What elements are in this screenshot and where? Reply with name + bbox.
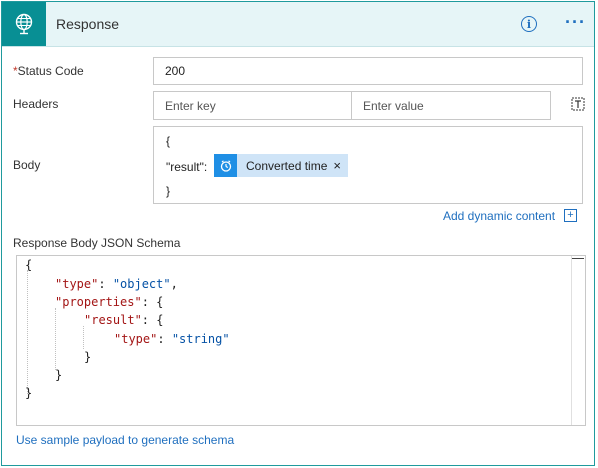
code-line-6: } [84, 350, 91, 364]
code-line-7: } [55, 368, 62, 382]
code-token: { [25, 258, 33, 272]
header-value-input[interactable]: Enter value [351, 91, 551, 120]
clock-icon [214, 154, 237, 177]
code-key: "type" [114, 332, 158, 346]
code-token: } [55, 368, 63, 382]
code-token: : [98, 277, 113, 291]
code-line-5: "type": "string" [114, 332, 230, 346]
header-key-input[interactable]: Enter key [153, 91, 352, 120]
status-code-label-text: Status Code [17, 64, 84, 78]
switch-to-text-mode-icon[interactable] [571, 97, 585, 111]
globe-icon [2, 2, 46, 46]
use-sample-payload-link[interactable]: Use sample payload to generate schema [16, 433, 234, 447]
indent-guide [83, 326, 84, 349]
scrollbar-thumb[interactable] [572, 258, 584, 269]
code-token: , [170, 277, 178, 291]
code-key: "properties" [55, 295, 142, 309]
body-result-key: "result": [166, 160, 208, 174]
code-line-8: } [25, 386, 32, 400]
add-dynamic-content-icon[interactable]: + [564, 209, 577, 222]
status-code-label: *Status Code [13, 64, 84, 78]
converted-time-token[interactable]: Converted time × [214, 154, 348, 177]
code-token: : [157, 332, 172, 346]
indent-guide [27, 270, 28, 394]
token-close-icon[interactable]: × [333, 158, 341, 173]
token-label: Converted time [246, 158, 328, 173]
code-line-1: { [25, 258, 32, 272]
status-code-value: 200 [165, 64, 186, 78]
vertical-scrollbar[interactable] [571, 256, 585, 425]
card-title: Response [56, 16, 120, 32]
info-icon[interactable]: i [521, 16, 537, 32]
response-action-card: Response i ··· *Status Code 200 Headers … [1, 1, 595, 466]
schema-editor[interactable]: { "type": "object", "properties": { "res… [16, 255, 586, 426]
body-open-brace: { [166, 134, 171, 148]
indent-guide [55, 308, 56, 370]
headers-label: Headers [13, 97, 59, 111]
code-line-4: "result": { [84, 313, 163, 327]
code-token: } [84, 350, 92, 364]
body-label: Body [13, 158, 41, 172]
body-close-brace: } [166, 184, 171, 198]
code-value: "object" [112, 277, 171, 291]
schema-label: Response Body JSON Schema [13, 236, 181, 250]
code-token: : { [141, 295, 164, 309]
status-code-field[interactable]: 200 [153, 57, 583, 85]
code-line-2: "type": "object", [55, 277, 178, 291]
code-token: } [25, 386, 33, 400]
add-dynamic-content-link[interactable]: Add dynamic content [443, 209, 555, 223]
more-icon[interactable]: ··· [565, 13, 586, 31]
header-value-placeholder: Enter value [363, 98, 424, 113]
code-line-3: "properties": { [55, 295, 163, 309]
code-key: "result" [84, 313, 142, 327]
code-key: "type" [55, 277, 99, 291]
card-header[interactable]: Response i ··· [2, 2, 594, 47]
code-token: : { [141, 313, 164, 327]
code-value: "string" [171, 332, 230, 346]
body-input[interactable]: { "result": Converted time × } [153, 126, 583, 204]
header-key-placeholder: Enter key [165, 98, 216, 113]
